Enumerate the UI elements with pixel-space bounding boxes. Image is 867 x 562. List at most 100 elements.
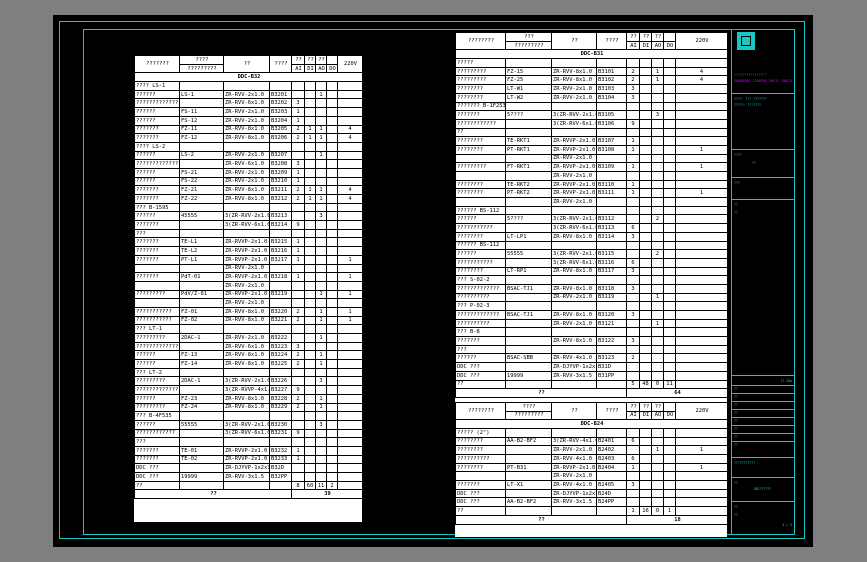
table-cell: 45555: [179, 211, 224, 222]
table-cell: [505, 101, 552, 112]
table-cell: ?????????: [455, 66, 506, 77]
table-cell: [337, 324, 363, 334]
table-cell: ZR-RVV-2x1.0: [551, 445, 597, 455]
table-row: ??????? LT-X1 ZR-RVV-4x1.0 B2405 3: [455, 480, 728, 490]
table-cell: [663, 32, 676, 42]
table-cell: ?????? BS-112: [455, 240, 506, 251]
table-cell: ZR-RVVP-2x1.0: [551, 462, 597, 473]
table-cell: ??: [455, 379, 506, 390]
table-cell: ???????: [134, 220, 180, 230]
table-cell: ???: [455, 344, 506, 355]
table-cell: 1: [291, 237, 305, 248]
table-cell: [675, 436, 728, 447]
table-cell: 1: [291, 445, 305, 456]
table-cell: [663, 197, 676, 207]
table-cell: ??????: [134, 359, 180, 369]
table-cell: ZR-RVV-2x1.0: [223, 89, 270, 100]
table-cell: [596, 58, 627, 68]
table-cell: [675, 427, 728, 438]
table-row: ???????? LT-W1 ZR-RVV-2x1.0 B3103 3: [455, 84, 728, 94]
table-cell: [326, 202, 338, 213]
table-cell: [596, 171, 627, 181]
table-cell: LS-1: [179, 89, 224, 100]
table-row: ??????? 3(ZR-RVV-6x1.0) B3214 9: [134, 220, 363, 230]
table-cell: [663, 292, 676, 303]
table-cell: [639, 118, 652, 129]
table-row: ??????????? 3(ZR-RVV-6x1.0)B31136: [455, 223, 728, 233]
table-cell: FS-22: [179, 176, 224, 187]
table-cell: [269, 280, 292, 291]
table-cell: 1: [675, 445, 728, 455]
table-cell: [179, 428, 224, 439]
table-cell: [505, 275, 552, 285]
table-cell: [337, 385, 363, 395]
table-cell: [596, 205, 627, 216]
title-block-divider: [732, 385, 795, 386]
table-cell: [551, 101, 597, 112]
table-cell: 64: [626, 388, 728, 398]
table-cell: B3108: [596, 144, 627, 155]
table-cell: [291, 367, 305, 378]
table-cell: 1: [315, 359, 327, 369]
table-cell: DO: [663, 410, 676, 421]
table-cell: [223, 81, 270, 91]
table-cell: [639, 275, 652, 285]
table-cell: 3: [626, 310, 640, 320]
table-cell: [337, 472, 363, 482]
table-cell: B3229: [269, 402, 292, 413]
table-cell: [304, 254, 316, 265]
table-cell: [651, 436, 664, 447]
table-cell: [315, 107, 327, 117]
table-row: ????????? FZ-24 ZR-RVV-8x1.0 B3229 2 1: [134, 402, 363, 413]
table-cell: ????????: [455, 231, 506, 242]
table-cell: ??? LT-1: [134, 324, 180, 334]
table-cell: ??: [639, 32, 652, 42]
table-cell: 1: [291, 272, 305, 282]
schedule-sheet-ddc-b31-b24: ??????????????????????? 220V????????? AI DI…: [455, 31, 728, 537]
table-cell: [337, 202, 363, 213]
table-title-row: DDC-B32: [134, 72, 363, 83]
table-cell: 19999: [505, 370, 552, 381]
table-row: ??????? TE-02 ZR-RVVP-2x1.0 B3233 1: [134, 454, 363, 465]
table-cell: ??: [291, 55, 305, 65]
table-cell: ZR-RVV-2x1.0: [551, 92, 597, 103]
table-cell: [315, 228, 327, 239]
table-cell: B3220: [269, 306, 292, 317]
table-cell: [315, 263, 327, 274]
table-cell: ZR-RVVP-2x1.0: [223, 454, 270, 465]
table-cell: [651, 454, 664, 464]
table-cell: B3107: [596, 136, 627, 146]
table-row: ?????????? ZR-RVV-2x1.0 B3119 1: [455, 292, 728, 303]
table-cell: [291, 289, 305, 300]
table-cell: B3233: [269, 454, 292, 465]
table-cell: [269, 437, 292, 447]
table-cell: [626, 327, 640, 338]
table-cell: [626, 370, 640, 381]
table-cell: [596, 275, 627, 285]
table-cell: [651, 92, 664, 103]
table-cell: [663, 136, 676, 146]
table-row: ??? LT-1: [134, 324, 363, 334]
table-cell: AI: [626, 40, 640, 51]
table-cell: [304, 263, 316, 274]
table-row: ????????AA-B2-BF23(ZR-RVV-4x1.0)B24016: [455, 436, 728, 447]
table-cell: [326, 376, 338, 387]
table-cell: [639, 301, 652, 311]
table-cell: [315, 280, 327, 291]
drawing-no-label: ??: [734, 481, 738, 485]
table-cell: ?????????: [134, 289, 180, 300]
table-cell: 3(ZR-RVV-2x1.0): [223, 376, 270, 387]
table-cell: 11: [315, 480, 327, 491]
table-cell: ZR-RVV-8x1.0: [551, 231, 597, 242]
table-cell: [675, 506, 728, 516]
table-cell: B3203: [269, 107, 292, 117]
table-row: ????????? PdV/Z-01 ZR-RVVP-2x1.0 B3219 1 1: [134, 289, 363, 300]
table-cell: B3209: [269, 167, 292, 178]
table-cell: 2: [651, 214, 664, 225]
field-label: ??: [734, 395, 738, 399]
table-cell: [675, 344, 728, 355]
table-cell: ?????????: [455, 162, 506, 172]
table-row: ???????????? 3(ZR-RVV-6x1.0)B31069: [455, 118, 728, 129]
table-cell: B3121: [596, 318, 627, 329]
table-row: ??????? FZ-21 ZR-RVV-8x1.0 B3211 2 1 1 4: [134, 185, 363, 195]
